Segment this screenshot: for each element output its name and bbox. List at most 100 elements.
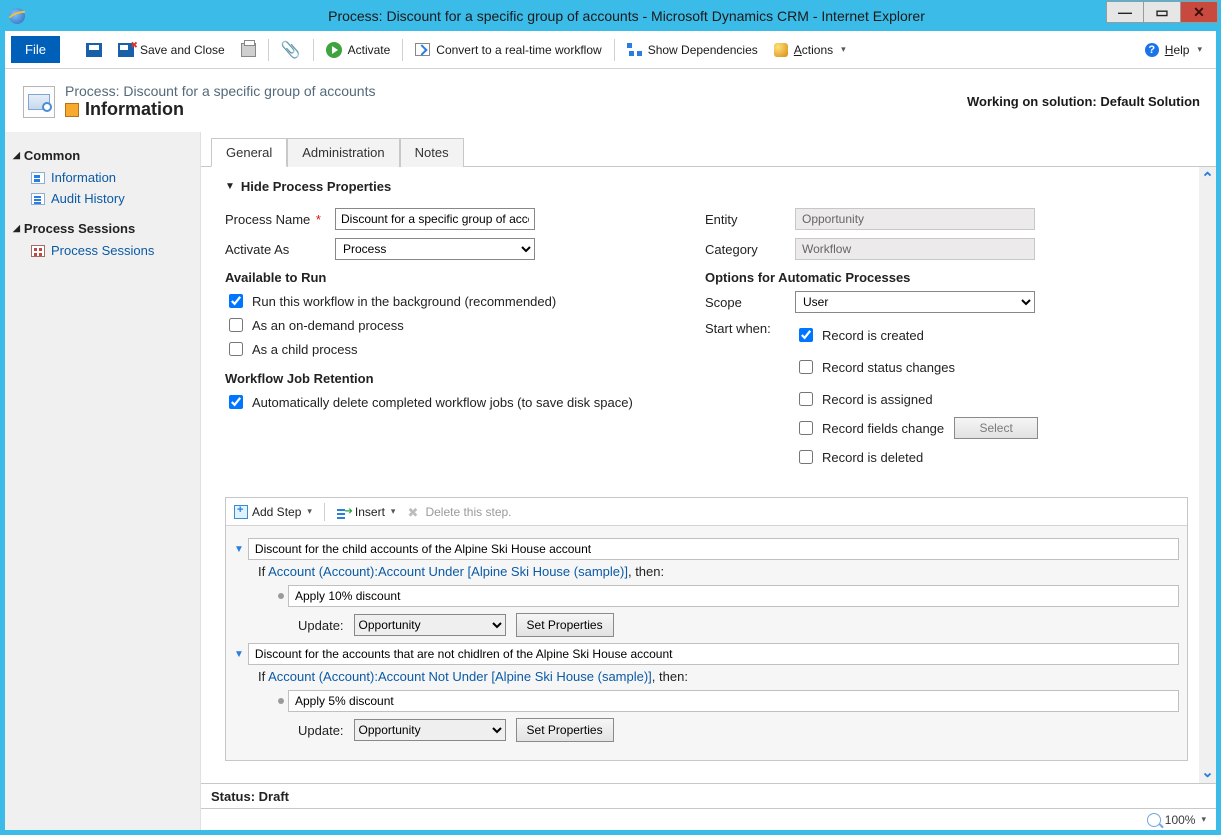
start-when-label: Start when: bbox=[705, 321, 795, 471]
tab-administration[interactable]: Administration bbox=[287, 138, 399, 167]
help-icon: ? bbox=[1145, 43, 1159, 57]
delete-step-button: Delete this step. bbox=[403, 505, 515, 519]
left-nav: ◢Common Information Audit History ◢Proce… bbox=[5, 132, 201, 830]
update-label: Update: bbox=[298, 723, 344, 738]
chk-background[interactable]: Run this workflow in the background (rec… bbox=[225, 291, 685, 311]
chk-record-assigned[interactable]: Record is assigned bbox=[795, 389, 1038, 409]
activate-as-select[interactable]: Process bbox=[335, 238, 535, 260]
bullet-icon bbox=[278, 593, 284, 599]
form-icon bbox=[31, 172, 45, 184]
chk-record-created[interactable]: Record is created bbox=[795, 325, 1038, 345]
category-label: Category bbox=[705, 242, 795, 257]
nav-audit-history[interactable]: Audit History bbox=[13, 188, 192, 209]
activate-as-label: Activate As bbox=[225, 242, 335, 257]
actions-icon bbox=[774, 43, 788, 57]
help-menu[interactable]: ?Help▾ bbox=[1137, 31, 1210, 68]
convert-icon bbox=[415, 43, 430, 56]
print-icon bbox=[241, 43, 256, 57]
paperclip-icon: 📎 bbox=[281, 40, 301, 60]
chevron-down-icon[interactable]: ▼ bbox=[234, 649, 244, 660]
zoom-level[interactable]: 100% bbox=[1165, 813, 1196, 827]
entity-field: Opportunity bbox=[795, 208, 1035, 230]
save-button[interactable] bbox=[78, 31, 110, 68]
breadcrumb: Process: Discount for a specific group o… bbox=[65, 83, 375, 99]
chk-autodelete[interactable]: Automatically delete completed workflow … bbox=[225, 392, 685, 412]
process-name-input[interactable] bbox=[335, 208, 535, 230]
attach-button[interactable]: 📎 bbox=[273, 31, 309, 68]
save-and-close-button[interactable]: Save and Close bbox=[110, 31, 233, 68]
show-deps-button[interactable]: Show Dependencies bbox=[619, 31, 766, 68]
nav-group-common[interactable]: ◢Common bbox=[13, 148, 192, 163]
page-header: Process: Discount for a specific group o… bbox=[5, 69, 1216, 132]
sessions-icon bbox=[31, 245, 45, 257]
nav-process-sessions[interactable]: Process Sessions bbox=[13, 240, 192, 261]
nav-information[interactable]: Information bbox=[13, 167, 192, 188]
close-button[interactable]: ✕ bbox=[1180, 1, 1218, 23]
zoom-icon bbox=[1147, 813, 1161, 827]
step2-update-entity[interactable]: Opportunity bbox=[354, 719, 506, 741]
tab-notes[interactable]: Notes bbox=[400, 138, 464, 167]
activate-icon bbox=[326, 42, 342, 58]
select-fields-button[interactable]: Select bbox=[954, 417, 1038, 439]
actions-menu[interactable]: Actions▾ bbox=[766, 31, 854, 68]
step1-action-description[interactable] bbox=[288, 585, 1179, 607]
command-bar: File Save and Close 📎 Activate Convert t… bbox=[5, 31, 1216, 69]
dependencies-icon bbox=[627, 43, 642, 56]
save-close-icon bbox=[118, 43, 134, 57]
designer-toolbar: Add Step▾ Insert▾ Delete this step. bbox=[226, 498, 1187, 526]
save-icon bbox=[86, 43, 102, 57]
ie-window: Process: Discount for a specific group o… bbox=[0, 0, 1221, 835]
print-button[interactable] bbox=[233, 31, 264, 68]
scope-select[interactable]: User bbox=[795, 291, 1035, 313]
step2-set-properties[interactable]: Set Properties bbox=[516, 718, 614, 742]
category-field: Workflow bbox=[795, 238, 1035, 260]
chevron-down-icon[interactable]: ▼ bbox=[234, 544, 244, 555]
chk-fields-change[interactable]: Record fields change bbox=[795, 418, 944, 438]
activate-button[interactable]: Activate bbox=[318, 31, 399, 68]
vertical-scrollbar[interactable]: ⌃ ⌄ bbox=[1199, 167, 1216, 783]
step2-action-description[interactable] bbox=[288, 690, 1179, 712]
main-content: General Administration Notes ▼Hide Proce… bbox=[201, 132, 1216, 830]
available-to-run-header: Available to Run bbox=[225, 270, 685, 285]
scope-label: Scope bbox=[705, 295, 795, 310]
process-name-label: Process Name * bbox=[225, 212, 335, 227]
scroll-down-icon[interactable]: ⌄ bbox=[1201, 761, 1214, 783]
step2-description[interactable] bbox=[248, 643, 1179, 665]
update-label: Update: bbox=[298, 618, 344, 633]
entity-label: Entity bbox=[705, 212, 795, 227]
status-label: Status: Draft bbox=[211, 789, 289, 804]
page-title: Information bbox=[85, 99, 184, 120]
file-menu[interactable]: File bbox=[11, 36, 60, 63]
delete-icon bbox=[407, 505, 421, 519]
step1-update-entity[interactable]: Opportunity bbox=[354, 614, 506, 636]
insert-icon bbox=[337, 505, 351, 519]
nav-group-sessions[interactable]: ◢Process Sessions bbox=[13, 221, 192, 236]
step1-set-properties[interactable]: Set Properties bbox=[516, 613, 614, 637]
chk-record-deleted[interactable]: Record is deleted bbox=[795, 447, 1038, 467]
add-step-menu[interactable]: Add Step▾ bbox=[230, 505, 316, 519]
tab-strip: General Administration Notes bbox=[201, 138, 1216, 167]
minimize-button[interactable]: — bbox=[1106, 1, 1144, 23]
step1-condition-link[interactable]: Account (Account):Account Under [Alpine … bbox=[268, 564, 628, 579]
bullet-icon bbox=[278, 698, 284, 704]
step2-condition-link[interactable]: Account (Account):Account Not Under [Alp… bbox=[268, 669, 652, 684]
options-header: Options for Automatic Processes bbox=[705, 270, 1135, 285]
window-title: Process: Discount for a specific group o… bbox=[33, 8, 1220, 24]
solution-label: Working on solution: Default Solution bbox=[967, 94, 1200, 109]
insert-menu[interactable]: Insert▾ bbox=[333, 505, 400, 519]
maximize-button[interactable]: ▭ bbox=[1143, 1, 1181, 23]
hide-properties-toggle[interactable]: ▼Hide Process Properties bbox=[225, 179, 1188, 194]
chk-status-changes[interactable]: Record status changes bbox=[795, 357, 1038, 377]
audit-icon bbox=[31, 193, 45, 205]
chk-ondemand[interactable]: As an on-demand process bbox=[225, 315, 685, 335]
form-type-icon bbox=[65, 103, 79, 117]
title-bar[interactable]: Process: Discount for a specific group o… bbox=[1, 1, 1220, 31]
add-step-icon bbox=[234, 505, 248, 519]
chk-child[interactable]: As a child process bbox=[225, 339, 685, 359]
status-bar: Status: Draft bbox=[201, 783, 1216, 808]
tab-general[interactable]: General bbox=[211, 138, 287, 167]
step1-description[interactable] bbox=[248, 538, 1179, 560]
workflow-designer: Add Step▾ Insert▾ Delete this step. ▼ bbox=[225, 497, 1188, 761]
scroll-up-icon[interactable]: ⌃ bbox=[1201, 167, 1214, 189]
convert-button[interactable]: Convert to a real-time workflow bbox=[407, 31, 609, 68]
